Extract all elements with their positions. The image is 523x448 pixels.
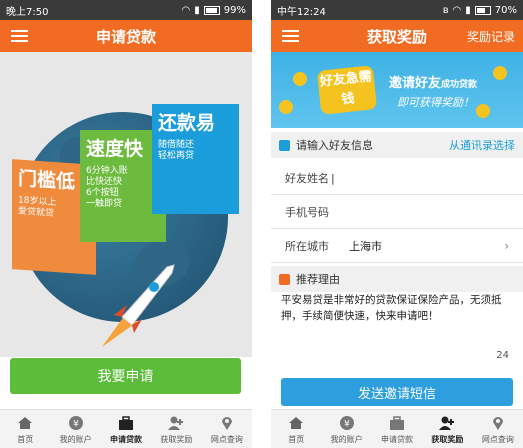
- status-time: 中午12:24: [277, 6, 326, 18]
- card-title: 还款易: [158, 112, 216, 134]
- coin-icon: [476, 104, 490, 118]
- field-label: 好友姓名: [285, 172, 329, 185]
- app-bar: 申请贷款: [0, 20, 252, 52]
- rocket-icon: [102, 264, 175, 347]
- card-title: 速度快: [86, 138, 144, 160]
- battery-percent: 70%: [494, 4, 517, 16]
- tab-apply-loan[interactable]: 申请贷款: [372, 410, 422, 448]
- field-label: 手机号码: [285, 206, 329, 219]
- banner-headline-small: 成功贷款: [441, 80, 478, 90]
- bottom-tab-bar: 首页 ¥ 我的账户 申请贷款 获取奖励 网点查询: [271, 409, 523, 448]
- friend-info-header: 请输入好友信息 从通讯录选择: [271, 132, 523, 158]
- loan-application-screen: 晚上7:50 ◠ ▮ 99% 申请贷款 门槛低 18岁以上 爱贷就贷 速度快 6…: [0, 0, 252, 448]
- yen-icon: ¥: [338, 414, 356, 432]
- home-icon: [287, 414, 305, 432]
- status-bar: 晚上7:50 ◠ ▮ 99%: [0, 0, 252, 20]
- char-count: 24: [496, 350, 509, 361]
- menu-icon[interactable]: [11, 30, 28, 42]
- add-user-icon: [438, 414, 456, 432]
- location-icon: [489, 414, 507, 432]
- reward-screen: 中午12:24 ʙ ◠ ▮ 70% 获取奖励 奖励记录 好友急需钱 邀请好友成功…: [271, 0, 523, 448]
- app-bar: 获取奖励 奖励记录: [271, 20, 523, 52]
- card-subtitle: 6分钟入账 比快还快 6个按钮 一触即贷: [86, 166, 128, 209]
- thumbs-up-icon: [279, 273, 290, 285]
- reward-record-link[interactable]: 奖励记录: [467, 28, 515, 45]
- tab-my-account[interactable]: ¥ 我的账户: [50, 410, 100, 448]
- tab-get-reward[interactable]: 获取奖励: [151, 410, 201, 448]
- add-user-icon: [167, 414, 185, 432]
- friend-name-field[interactable]: 好友姓名 |: [271, 162, 523, 195]
- field-label: 所在城市: [285, 240, 329, 253]
- briefcase-icon: [117, 414, 135, 432]
- menu-icon[interactable]: [282, 30, 299, 42]
- invite-banner[interactable]: 好友急需钱 邀请好友成功贷款 即可获得奖励！: [271, 52, 523, 128]
- briefcase-icon: [388, 414, 406, 432]
- contacts-select-link[interactable]: 从通讯录选择: [449, 137, 515, 153]
- coin-icon: [293, 72, 307, 86]
- edit-icon: [279, 139, 290, 151]
- svg-text:¥: ¥: [344, 419, 350, 429]
- reason-header: 推荐理由: [271, 266, 523, 292]
- city-select[interactable]: 所在城市 上海市 ›: [271, 230, 523, 263]
- chevron-right-icon: ›: [504, 239, 509, 253]
- battery-percent: 99%: [223, 4, 246, 16]
- text-cursor: |: [331, 171, 335, 185]
- tab-branch-search[interactable]: 网点查询: [202, 410, 252, 448]
- send-invite-button[interactable]: 发送邀请短信: [281, 378, 513, 406]
- svg-text:¥: ¥: [73, 419, 79, 429]
- section-title: 推荐理由: [296, 273, 340, 286]
- phone-number-field[interactable]: 手机号码: [271, 196, 523, 229]
- home-icon: [16, 414, 34, 432]
- page-title: 申请贷款: [95, 27, 156, 46]
- feature-card-easy-repay: 还款易 随借随还 轻松再贷: [152, 104, 239, 214]
- wifi-icon: ◠: [452, 4, 462, 16]
- banner-subline: 即可获得奖励！: [397, 96, 474, 109]
- battery-icon: [203, 5, 220, 15]
- location-icon: [218, 414, 236, 432]
- tab-my-account[interactable]: ¥ 我的账户: [321, 410, 371, 448]
- signal-icon: ▮: [194, 4, 200, 16]
- tab-branch-search[interactable]: 网点查询: [473, 410, 523, 448]
- bluetooth-icon: ʙ: [442, 4, 449, 16]
- bottom-tab-bar: 首页 ¥ 我的账户 申请贷款 获取奖励 网点查询: [0, 409, 252, 448]
- reason-textarea[interactable]: 平安易贷是非常好的贷款保证保险产品，无须抵押，手续简便快速，快来申请吧！: [281, 292, 513, 368]
- tab-home[interactable]: 首页: [0, 410, 50, 448]
- card-subtitle: 随借随还 轻松再贷: [158, 140, 195, 161]
- banner-badge: 好友急需钱: [316, 65, 378, 115]
- status-bar: 中午12:24 ʙ ◠ ▮ 70%: [271, 0, 523, 20]
- apply-button[interactable]: 我要申请: [10, 358, 241, 394]
- yen-icon: ¥: [67, 414, 85, 432]
- tab-get-reward[interactable]: 获取奖励: [422, 410, 472, 448]
- banner-headline: 邀请好友: [389, 76, 442, 91]
- hero-banner: 门槛低 18岁以上 爱贷就贷 速度快 6分钟入账 比快还快 6个按钮 一触即贷 …: [0, 52, 252, 357]
- coin-icon: [493, 66, 507, 80]
- section-title: 请输入好友信息: [296, 139, 373, 152]
- tab-apply-loan[interactable]: 申请贷款: [101, 410, 151, 448]
- wifi-icon: ◠: [181, 4, 191, 16]
- city-value: 上海市: [349, 240, 382, 253]
- battery-icon: [474, 5, 491, 15]
- coin-icon: [279, 100, 293, 114]
- signal-icon: ▮: [465, 4, 471, 16]
- status-time: 晚上7:50: [6, 6, 49, 18]
- tab-home[interactable]: 首页: [271, 410, 321, 448]
